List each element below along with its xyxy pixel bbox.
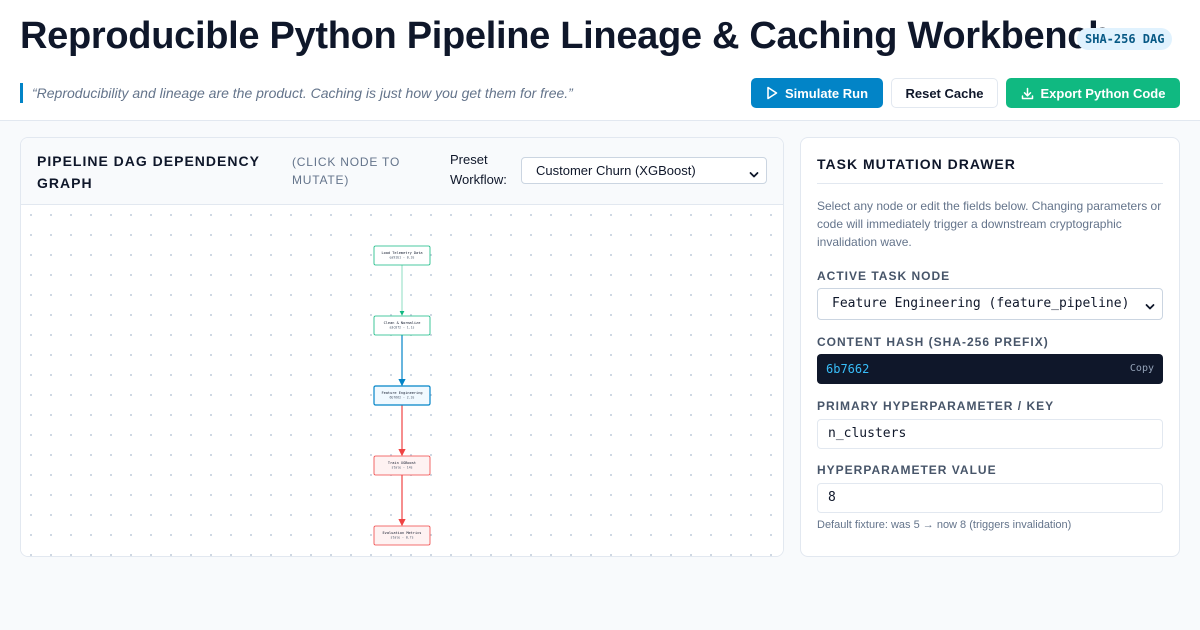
dag-svg: Load Telemetry Dataea91b1 · 0.3s Clean & … (373, 245, 431, 546)
param-key-label: Primary Hyperparameter / Key (817, 399, 1055, 413)
app-header: Reproducible Python Pipeline Lineage & C… (0, 0, 1200, 121)
dag-node[interactable]: Train XGBooststale · 14s (373, 455, 431, 476)
active-node-select[interactable]: Feature Engineering (feature_pipeline) (817, 288, 1163, 320)
dag-node-label: Clean & Normalize (384, 321, 421, 325)
dag-graph-panel: Pipeline DAG Dependency Graph (click nod… (20, 137, 784, 557)
dag-node-label: Feature Engineering (381, 391, 422, 395)
param-value-input[interactable]: 8 (817, 483, 1163, 513)
drawer-title: Task Mutation Drawer (817, 156, 1016, 172)
download-icon (1021, 87, 1034, 100)
preset-workflow-label: Preset Workflow: (450, 152, 507, 187)
dag-node[interactable]: Load Telemetry Dataea91b1 · 0.3s (373, 245, 431, 266)
active-node-label: Active Task Node (817, 269, 951, 283)
content-hash-label: Content Hash (SHA-256 Prefix) (817, 335, 1049, 349)
content-hash-value: 6b7662 (826, 362, 870, 376)
play-icon (766, 86, 778, 100)
dag-node[interactable]: Clean & Normalizea3c8f2 · 1.1s (373, 315, 431, 336)
export-python-button[interactable]: Export Python Code (1006, 78, 1180, 108)
dag-node-meta: a3c8f2 · 1.1s (390, 326, 415, 330)
dag-node-meta: stale · 0.7s (390, 536, 413, 540)
dag-node-label: Train XGBoost (388, 461, 416, 465)
graph-panel-title: Pipeline DAG Dependency Graph (37, 153, 260, 191)
param-key-input[interactable]: n_clusters (817, 419, 1163, 449)
chevron-down-icon (1145, 300, 1155, 315)
graph-panel-hint: (click node to mutate) (292, 155, 401, 187)
graph-panel-header: Pipeline DAG Dependency Graph (click nod… (21, 138, 783, 205)
dag-node-label: Load Telemetry Data (381, 251, 422, 255)
reset-cache-button[interactable]: Reset Cache (891, 78, 998, 108)
simulate-run-label: Simulate Run (784, 85, 869, 101)
preset-workflow-value: Customer Churn (XGBoost) (536, 163, 696, 178)
task-mutation-drawer: Task Mutation Drawer Select any node or … (800, 137, 1180, 557)
param-value-label: Hyperparameter Value (817, 463, 997, 477)
simulate-run-button[interactable]: Simulate Run (751, 78, 883, 108)
reset-cache-label: Reset Cache (905, 85, 984, 101)
dag-node-meta: 6b7662 · 2.3s (390, 396, 415, 400)
page-title: Reproducible Python Pipeline Lineage & C… (20, 15, 1111, 57)
dag-node-meta: ea91b1 · 0.3s (390, 256, 415, 260)
content-hash-box: 6b7662 Copy (817, 354, 1163, 384)
dag-node[interactable]: Evaluation Metricsstale · 0.7s (373, 525, 431, 546)
dag-canvas[interactable]: Load Telemetry Data ea91b1 · 0.3s Clean & … (21, 205, 783, 556)
dag-node[interactable]: Feature Engineering6b7662 · 2.3s (373, 385, 431, 406)
active-node-value: Feature Engineering (feature_pipeline) (832, 296, 1130, 311)
drawer-divider (817, 183, 1163, 184)
preset-workflow-select[interactable]: Customer Churn (XGBoost) (521, 157, 767, 184)
fixture-note: Default fixture: was 5 → now 8 (triggers… (817, 519, 1072, 531)
dag-node-label: Evaluation Metrics (383, 531, 422, 535)
chevron-down-icon (749, 167, 759, 182)
drawer-description: Select any node or edit the fields below… (817, 199, 1162, 249)
copy-hash-button[interactable]: Copy (1130, 354, 1154, 384)
export-python-label: Export Python Code (1040, 85, 1166, 101)
dag-node-meta: stale · 14s (391, 466, 412, 470)
dag-badge: SHA-256 DAG (1077, 28, 1173, 50)
tagline-quote: “Reproducibility and lineage are the pro… (20, 83, 573, 103)
